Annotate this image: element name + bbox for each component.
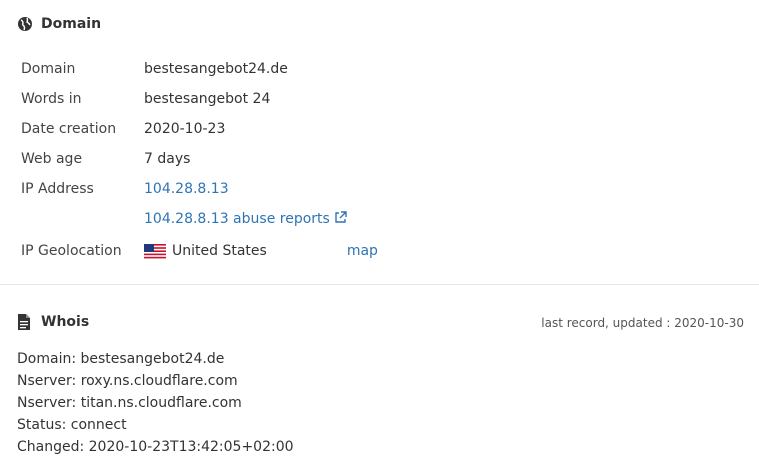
globe-icon <box>17 16 33 32</box>
date-creation-value: 2020-10-23 <box>144 121 226 137</box>
table-row: Web age 7 days <box>21 144 378 174</box>
row-label: Domain <box>21 61 76 77</box>
whois-line: Changed: 2020-10-23T13:42:05+02:00 <box>17 439 294 455</box>
whois-section-title: Whois <box>41 314 90 330</box>
country-value: United States <box>172 243 267 259</box>
whois-line: Nserver: roxy.ns.cloudflare.com <box>17 373 238 389</box>
document-icon <box>17 314 33 330</box>
domain-panel: Domain Domain bestesangebot24.de Words i… <box>0 0 759 270</box>
whois-line: Domain: bestesangebot24.de <box>17 351 225 367</box>
table-row: Words in bestesangebot 24 <box>21 84 378 114</box>
row-label: Web age <box>21 151 83 167</box>
abuse-reports-label: 104.28.8.13 abuse reports <box>144 211 330 227</box>
row-label: Date creation <box>21 121 117 137</box>
abuse-reports-link[interactable]: 104.28.8.13 abuse reports <box>144 210 347 228</box>
map-link[interactable]: map <box>347 243 378 259</box>
whois-record: Domain: bestesangebot24.de Nserver: roxy… <box>17 348 742 458</box>
domain-section-header: Domain <box>17 14 742 34</box>
domain-value: bestesangebot24.de <box>144 61 288 77</box>
us-flag-icon <box>144 243 166 259</box>
row-label: IP Geolocation <box>21 243 122 259</box>
section-divider <box>0 284 759 285</box>
table-row: IP Geolocation United States map <box>21 234 378 268</box>
ip-address-link[interactable]: 104.28.8.13 <box>144 181 229 197</box>
words-in-value: bestesangebot 24 <box>144 91 271 107</box>
table-row: 104.28.8.13 abuse reports <box>21 204 378 234</box>
row-label: Words in <box>21 91 82 107</box>
whois-last-updated: last record, updated : 2020-10-30 <box>541 316 744 330</box>
table-row: Domain bestesangebot24.de <box>21 54 378 84</box>
table-row: IP Address 104.28.8.13 <box>21 174 378 204</box>
external-link-icon <box>334 210 347 228</box>
whois-panel: Whois last record, updated : 2020-10-30 … <box>0 312 759 458</box>
row-label: IP Address <box>21 181 94 197</box>
domain-info-table: Domain bestesangebot24.de Words in beste… <box>21 54 378 268</box>
whois-line: Status: connect <box>17 417 127 433</box>
domain-section-title: Domain <box>41 16 102 32</box>
whois-line: Nserver: titan.ns.cloudflare.com <box>17 395 242 411</box>
web-age-value: 7 days <box>144 151 191 167</box>
table-row: Date creation 2020-10-23 <box>21 114 378 144</box>
